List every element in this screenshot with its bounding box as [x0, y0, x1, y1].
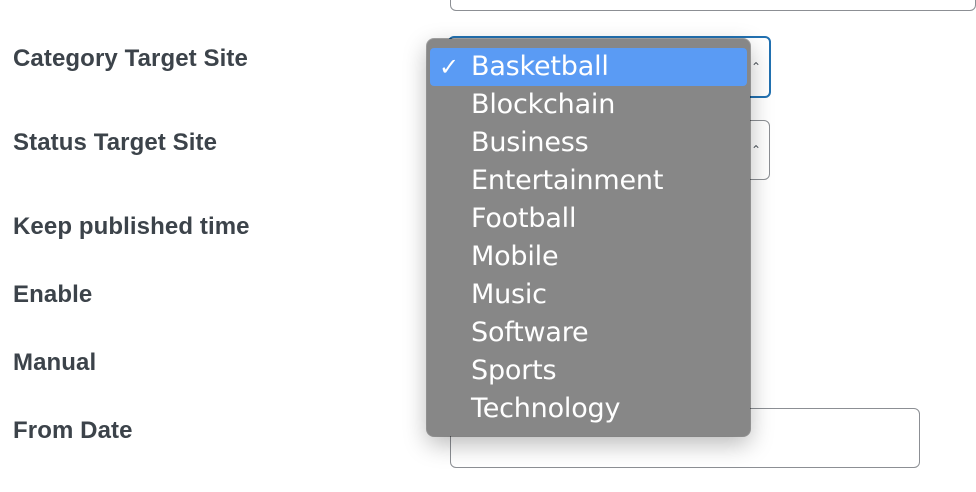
option-label: Music [471, 279, 547, 310]
settings-form: Category Target Site Status Target Site … [0, 0, 976, 492]
from-date-label: From Date [13, 417, 133, 444]
option-label: Mobile [471, 241, 559, 272]
chevron-updown-icon: ⌃ [750, 60, 761, 74]
chevron-updown-icon: ⌃ [750, 143, 761, 157]
option-label: Basketball [471, 51, 609, 82]
dropdown-option-basketball[interactable]: ✓ Basketball [430, 48, 747, 86]
option-label: Business [471, 127, 589, 158]
dropdown-option-software[interactable]: Software [430, 314, 747, 352]
top-input-field[interactable] [450, 0, 976, 11]
dropdown-option-football[interactable]: Football [430, 200, 747, 238]
dropdown-option-business[interactable]: Business [430, 124, 747, 162]
option-label: Football [471, 203, 577, 234]
option-label: Blockchain [471, 89, 616, 120]
checkmark-icon: ✓ [439, 53, 459, 81]
manual-label: Manual [13, 349, 97, 376]
dropdown-option-sports[interactable]: Sports [430, 352, 747, 390]
enable-label: Enable [13, 281, 93, 308]
option-label: Entertainment [471, 165, 664, 196]
option-label: Software [471, 317, 589, 348]
category-dropdown-menu: ✓ Basketball Blockchain Business Enterta… [427, 39, 750, 436]
dropdown-option-music[interactable]: Music [430, 276, 747, 314]
status-target-site-label: Status Target Site [13, 129, 218, 156]
keep-published-time-label: Keep published time [13, 213, 250, 240]
dropdown-option-entertainment[interactable]: Entertainment [430, 162, 747, 200]
dropdown-option-mobile[interactable]: Mobile [430, 238, 747, 276]
option-label: Technology [471, 393, 621, 424]
category-target-site-label: Category Target Site [13, 45, 248, 72]
dropdown-option-technology[interactable]: Technology [430, 390, 747, 428]
option-label: Sports [471, 355, 557, 386]
dropdown-option-blockchain[interactable]: Blockchain [430, 86, 747, 124]
